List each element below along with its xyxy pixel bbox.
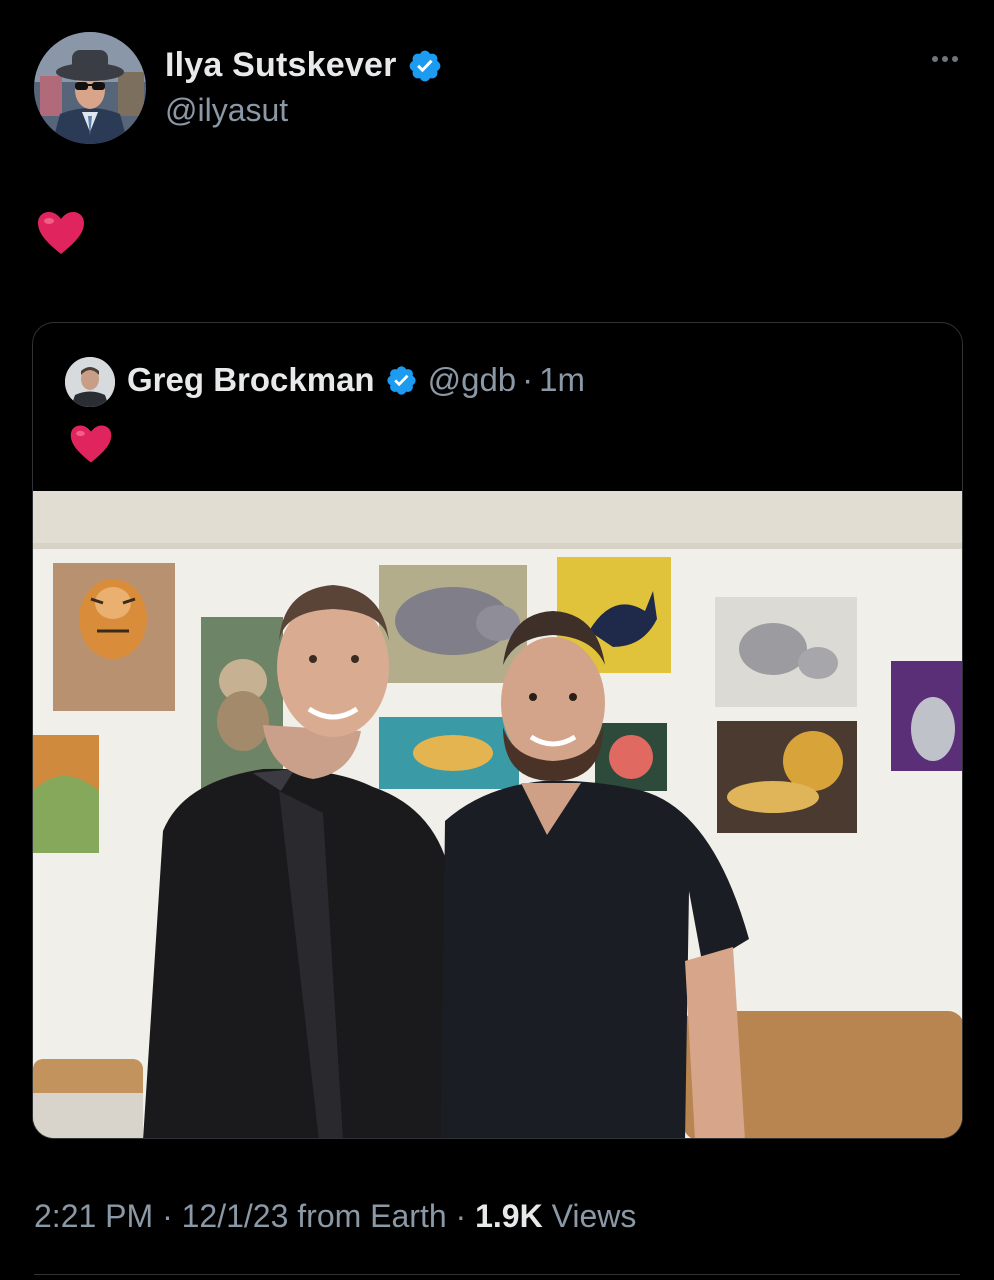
painting-seal (891, 661, 962, 771)
views-label: Views (551, 1198, 637, 1234)
views-count[interactable]: 1.9K (475, 1198, 543, 1234)
quoted-separator: · (522, 361, 534, 398)
painting-landscape (33, 735, 99, 853)
meta-separator: · (455, 1198, 467, 1234)
painting-lion (717, 721, 857, 833)
painting-flower (595, 723, 667, 791)
meta-separator: · (162, 1198, 173, 1234)
author-avatar[interactable] (34, 32, 146, 144)
quoted-author-avatar[interactable] (65, 357, 115, 407)
quoted-timestamp[interactable]: 1m (539, 361, 585, 399)
author-handle[interactable]: @ilyasut (165, 92, 288, 129)
red-heart-icon (69, 423, 113, 465)
painting-tiger (53, 563, 175, 711)
author-name-row: Ilya Sutskever (165, 46, 443, 85)
verified-badge-icon (407, 48, 443, 84)
quoted-tweet-card[interactable]: Greg Brockman @gdb · 1m (32, 322, 963, 1139)
red-heart-icon (36, 210, 86, 256)
painting-hippo (379, 565, 527, 683)
tweet-meta: 2:21 PM · 12/1/23 from Earth · 1.9K View… (34, 1198, 636, 1235)
more-dot (932, 56, 938, 62)
tweet: Ilya Sutskever @ilyasut Greg Brockman @g… (0, 0, 994, 1280)
verified-badge-icon (385, 364, 418, 397)
more-options-icon[interactable] (932, 56, 958, 62)
quoted-name-row: Greg Brockman @gdb · 1m (127, 361, 585, 399)
painting-elephants (715, 597, 857, 707)
tweet-time[interactable]: 2:21 PM (34, 1198, 153, 1234)
more-dot (952, 56, 958, 62)
more-dot (942, 56, 948, 62)
painting-sloth (201, 617, 283, 789)
painting-bird (379, 717, 519, 789)
quoted-tweet-photo[interactable] (33, 491, 962, 1138)
quoted-display-name[interactable]: Greg Brockman (127, 361, 375, 399)
tweet-date-location[interactable]: 12/1/23 from Earth (182, 1198, 447, 1234)
quoted-handle[interactable]: @gdb (428, 361, 517, 399)
author-display-name[interactable]: Ilya Sutskever (165, 46, 397, 85)
divider (34, 1274, 960, 1275)
